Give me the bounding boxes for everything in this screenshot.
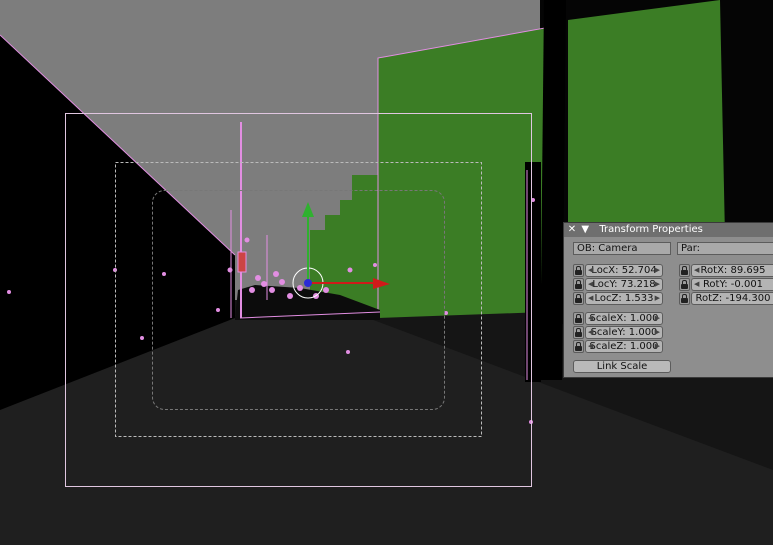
lock-rot-z-icon[interactable] (679, 292, 690, 305)
triangle-down-icon[interactable]: ▼ (580, 223, 590, 237)
parent-field[interactable]: Par: (677, 242, 773, 255)
scale-y-field[interactable]: ◀ ScaleY: 1.000 ▶ (585, 326, 663, 339)
increment-arrow-icon[interactable]: ▶ (655, 327, 660, 338)
loc-x-field[interactable]: ◀ LocX: 52.704 ▶ (585, 264, 663, 277)
rot-x-value: RotX: 89.695 (700, 265, 766, 276)
loc-y-field[interactable]: ◀ LocY: 73.218 ▶ (585, 278, 663, 291)
street-sign (237, 251, 247, 273)
link-scale-button[interactable]: Link Scale (573, 360, 671, 373)
rot-z-value: RotZ: -194.300 (695, 293, 771, 304)
vertex-point (227, 267, 233, 273)
vertex-point (287, 293, 293, 299)
loc-z-value: LocZ: 1.533 (594, 293, 654, 304)
vertex-point (216, 308, 220, 312)
scale-x-field[interactable]: ◀ ScaleX: 1.000 ▶ (585, 312, 663, 325)
increment-arrow-icon[interactable]: ▶ (655, 313, 660, 324)
lock-rot-y-icon[interactable] (679, 278, 690, 291)
scale-z-value: ScaleZ: 1.000 (589, 341, 659, 352)
loc-z-field[interactable]: ◀ LocZ: 1.533 ▶ (585, 292, 663, 305)
lock-loc-y-icon[interactable] (573, 278, 584, 291)
lock-loc-z-icon[interactable] (573, 292, 584, 305)
vertex-point (346, 350, 350, 354)
3d-viewport[interactable]: ✕ ▼ Transform Properties OB: Camera Par:… (0, 0, 773, 545)
decrement-arrow-icon[interactable]: ◀ (588, 293, 593, 304)
vertex-point (269, 287, 275, 293)
vertex-point (255, 275, 261, 281)
increment-arrow-icon[interactable]: ▶ (655, 293, 660, 304)
scale-x-value: ScaleX: 1.000 (589, 313, 659, 324)
increment-arrow-icon[interactable]: ▶ (655, 279, 660, 290)
green-building-face-mid (378, 28, 545, 318)
lock-loc-x-icon[interactable] (573, 264, 584, 277)
increment-arrow-icon[interactable]: ▶ (655, 265, 660, 276)
decrement-arrow-icon[interactable]: ◀ (588, 265, 593, 276)
vertex-point (7, 290, 11, 294)
transform-panel-header[interactable]: ✕ ▼ Transform Properties (564, 223, 773, 237)
increment-arrow-icon[interactable]: ▶ (655, 341, 660, 352)
decrement-arrow-icon[interactable]: ◀ (694, 279, 699, 290)
vertex-point (162, 272, 166, 276)
lock-scale-y-icon[interactable] (573, 326, 584, 339)
axis-z-handle[interactable] (304, 279, 312, 287)
rot-y-value: RotY: -0.001 (702, 279, 764, 290)
rot-y-field[interactable]: ◀ RotY: -0.001 (691, 278, 773, 291)
rot-z-field[interactable]: RotZ: -194.300 (691, 292, 773, 305)
lock-rot-x-icon[interactable] (679, 264, 690, 277)
vertex-point (244, 237, 250, 243)
vertex-point (140, 336, 144, 340)
lock-scale-x-icon[interactable] (573, 312, 584, 325)
loc-y-value: LocY: 73.218 (592, 279, 656, 290)
scale-y-value: ScaleY: 1.000 (590, 327, 658, 338)
loc-x-value: LocX: 52.704 (591, 265, 657, 276)
scale-z-field[interactable]: ◀ ScaleZ: 1.000 ▶ (585, 340, 663, 353)
vertex-point (323, 287, 329, 293)
decrement-arrow-icon[interactable]: ◀ (588, 279, 593, 290)
close-icon[interactable]: ✕ (567, 223, 577, 237)
decrement-arrow-icon[interactable]: ◀ (694, 265, 699, 276)
lock-scale-z-icon[interactable] (573, 340, 584, 353)
vertex-point (373, 263, 377, 267)
vertex-point (279, 279, 285, 285)
vertex-point (297, 285, 303, 291)
vertex-point (249, 287, 255, 293)
decrement-arrow-icon[interactable]: ◀ (588, 341, 593, 352)
vertex-point (273, 271, 279, 277)
transform-properties-panel[interactable]: ✕ ▼ Transform Properties OB: Camera Par:… (563, 222, 773, 378)
vertex-point (261, 281, 267, 287)
transform-panel-title: Transform Properties (599, 224, 703, 235)
decrement-arrow-icon[interactable]: ◀ (588, 327, 593, 338)
vertex-point (347, 267, 353, 273)
decrement-arrow-icon[interactable]: ◀ (588, 313, 593, 324)
object-name-field[interactable]: OB: Camera (573, 242, 671, 255)
rot-x-field[interactable]: ◀ RotX: 89.695 (691, 264, 773, 277)
